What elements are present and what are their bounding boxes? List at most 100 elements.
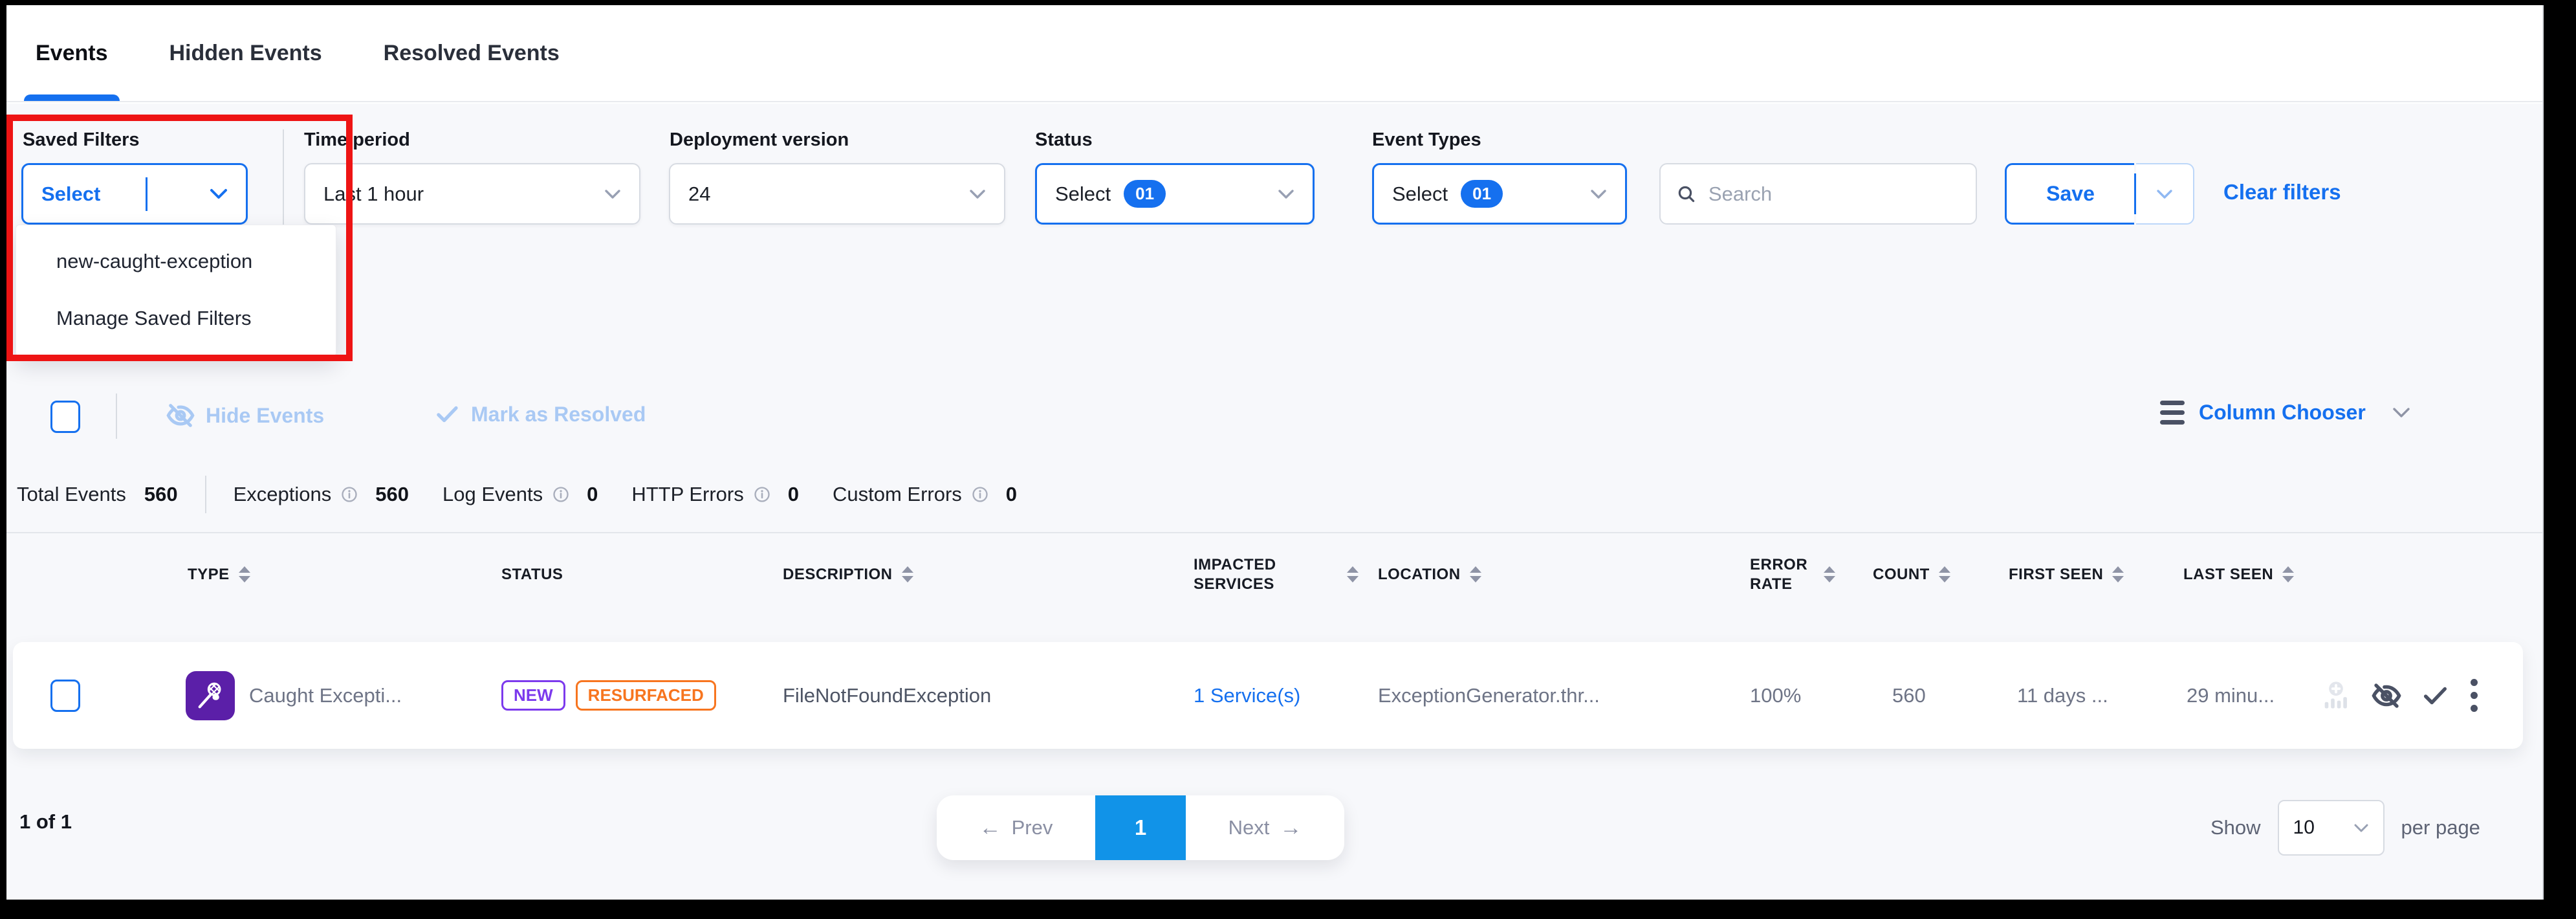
custom-errors-value: 0 [1006,483,1017,506]
column-header-location[interactable]: LOCATION [1359,547,1688,602]
header-actions-spacer [2319,547,2523,602]
time-period-label: Time period [304,129,410,151]
search-input[interactable] [1708,183,1960,206]
log-events-label: Log Events [442,483,543,506]
last-seen-text: 29 minu... [2187,684,2275,707]
next-label: Next [1228,816,1270,839]
column-header-impacted-services[interactable]: IMPACTED SERVICES [1164,547,1359,602]
page-number-button[interactable]: 1 [1095,795,1186,860]
column-header-first-seen[interactable]: FIRST SEEN [1986,547,2161,602]
cell-location: ExceptionGenerator.thr... [1359,684,1688,707]
pager: ← Prev 1 Next → [937,795,1344,860]
save-options-button[interactable] [2136,163,2194,225]
deployment-version-select[interactable]: 24 [669,163,1005,225]
log-events-value: 0 [587,483,598,506]
deployment-version-label: Deployment version [670,129,849,151]
cell-description: FileNotFoundException [757,684,1164,707]
event-types-value: Select [1392,183,1448,206]
save-button[interactable]: Save [2005,163,2134,225]
info-icon[interactable] [753,485,771,504]
sort-icon[interactable] [1470,566,1481,582]
column-label: ERROR RATE [1750,555,1815,594]
prev-page-button[interactable]: ← Prev [937,795,1095,860]
prev-label: Prev [1012,816,1053,839]
sort-icon[interactable] [1824,566,1835,582]
chevron-down-icon [2392,407,2411,419]
column-header-last-seen[interactable]: LAST SEEN [2161,547,2319,602]
info-icon[interactable] [340,485,358,504]
save-split-button: Save [2005,163,2194,225]
hamburger-icon [2160,401,2185,425]
cell-status: NEW RESURFACED [459,680,757,711]
column-chooser-label: Column Chooser [2199,401,2366,425]
impacted-services-link[interactable]: 1 Service(s) [1194,684,1300,707]
hide-events-label: Hide Events [206,404,324,428]
status-value: Select [1055,183,1111,206]
sort-icon[interactable] [1347,566,1359,582]
event-types-count-badge: 01 [1461,180,1503,208]
page-size-value: 10 [2293,817,2315,839]
exceptions-label: Exceptions [234,483,332,506]
chevron-down-icon [604,189,621,199]
hide-event-icon[interactable] [2371,680,2402,711]
tab-events[interactable]: Events [36,5,108,101]
caught-exception-icon [186,671,235,720]
select-all-checkbox[interactable] [50,401,80,433]
deployment-version-value: 24 [688,183,710,206]
http-errors-label: HTTP Errors [631,483,743,506]
events-page: Events Hidden Events Resolved Events Sav… [6,5,2544,900]
cell-type: Caught Excepti... [142,671,459,720]
sort-icon[interactable] [239,566,250,582]
clear-filters-button[interactable]: Clear filters [2223,180,2341,205]
cell-actions [2319,676,2523,714]
column-label: TYPE [188,565,230,584]
saved-filters-select[interactable]: Select [21,163,248,225]
cell-first-seen: 11 days ... [1986,684,2161,707]
arrow-left-icon: ← [979,817,1001,839]
mark-resolved-button[interactable]: Mark as Resolved [433,401,646,428]
next-page-button[interactable]: Next → [1186,795,1344,860]
column-label: COUNT [1873,565,1930,584]
sort-icon[interactable] [2112,566,2124,582]
tab-hidden-events[interactable]: Hidden Events [169,5,322,101]
event-types-label: Event Types [1372,129,1481,151]
location-text: ExceptionGenerator.thr... [1378,684,1600,707]
menu-item-new-caught-exception[interactable]: new-caught-exception [16,233,336,290]
table-row: Caught Excepti... NEW RESURFACED FileNot… [13,642,2523,749]
search-icon [1676,183,1697,206]
time-period-select[interactable]: Last 1 hour [304,163,640,225]
total-events-label: Total Events [17,483,126,506]
menu-item-manage-saved-filters[interactable]: Manage Saved Filters [16,290,336,347]
sort-icon[interactable] [902,566,913,582]
column-chooser-button[interactable]: Column Chooser [2160,401,2411,425]
info-icon[interactable] [552,485,570,504]
status-count-badge: 01 [1124,180,1166,208]
search-box [1659,163,1977,225]
row-checkbox[interactable] [50,680,80,712]
column-header-count[interactable]: COUNT [1857,547,1986,602]
tab-resolved-events[interactable]: Resolved Events [384,5,560,101]
status-select[interactable]: Select 01 [1035,163,1315,225]
column-header-description[interactable]: DESCRIPTION [757,547,1164,602]
event-types-select[interactable]: Select 01 [1372,163,1627,225]
chevron-down-icon [2156,189,2173,199]
cell-count: 560 [1857,684,1986,707]
row-menu-icon[interactable] [2468,676,2480,714]
info-icon[interactable] [971,485,989,504]
first-seen-text: 11 days ... [2017,684,2108,707]
resolve-check-icon[interactable] [2420,681,2450,711]
column-header-error-rate[interactable]: ERROR RATE [1688,547,1857,602]
page-size-select[interactable]: 10 [2278,800,2385,856]
sort-icon[interactable] [2282,566,2294,582]
hide-events-button[interactable]: Hide Events [166,401,324,430]
divider [116,393,117,439]
stats-bar: Total Events 560 Exceptions 560 Log Even… [17,476,1051,513]
description-text: FileNotFoundException [783,684,991,707]
add-chart-icon[interactable] [2319,679,2353,713]
column-label: DESCRIPTION [783,565,893,584]
sort-icon[interactable] [1939,566,1950,582]
divider [6,532,2542,533]
per-page-label: per page [2401,816,2480,839]
column-header-type[interactable]: TYPE [142,547,459,602]
events-content: Saved Filters Time period Deployment ver… [6,104,2542,900]
